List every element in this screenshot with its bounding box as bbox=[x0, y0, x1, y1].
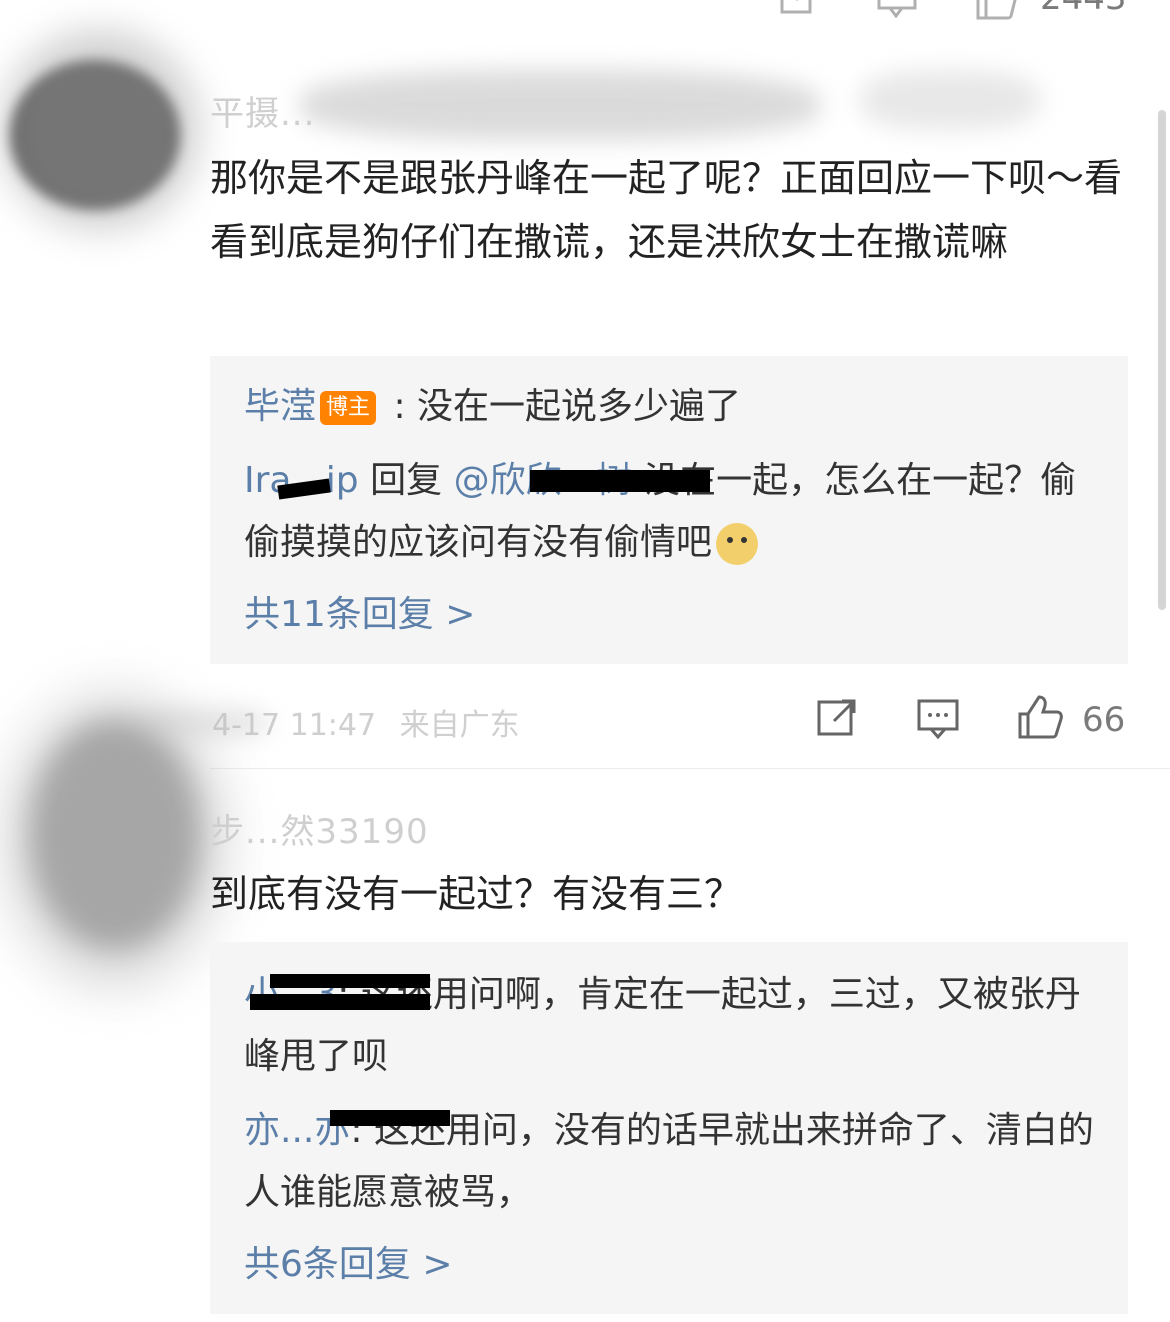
like-count: 66 bbox=[1082, 700, 1126, 740]
blogger-badge: 博主 bbox=[320, 391, 377, 425]
reply-text: : 这还用问啊，肯定在一起过，三过，又被张丹峰甩了呗 bbox=[244, 974, 1081, 1077]
scrollbar[interactable] bbox=[1158, 110, 1166, 610]
reply-box[interactable]: 小...3: 这还用问啊，肯定在一起过，三过，又被张丹峰甩了呗 亦...亦: 这… bbox=[210, 942, 1128, 1314]
comment-location: 来自广东 bbox=[399, 708, 520, 743]
reply-item: 毕滢 博主 : 没在一起说多少遍了 bbox=[244, 386, 742, 427]
like-count: 2443 bbox=[1040, 0, 1127, 18]
like-icon[interactable] bbox=[1016, 694, 1064, 740]
comment-divider bbox=[210, 768, 1170, 769]
share-icon[interactable] bbox=[816, 697, 858, 739]
doge-emoji-icon bbox=[716, 523, 759, 565]
reply-text: 没在一起说多少遍了 bbox=[417, 386, 742, 427]
comment-username[interactable]: 平摄... bbox=[210, 86, 315, 135]
comment-icon[interactable] bbox=[916, 697, 960, 741]
top-action-row: 2443 bbox=[0, 0, 1170, 20]
share-icon[interactable] bbox=[778, 0, 818, 18]
reply-item: Ira...ip 回复 @欣欣...树:没在一起，怎么在一起？偷偷摸摸的应该问有… bbox=[244, 450, 1104, 574]
comment-content: 到底有没有一起过？有没有三？ bbox=[210, 872, 743, 916]
reply-username[interactable]: 毕滢 bbox=[244, 386, 316, 427]
more-replies-link[interactable]: 共11条回复 > bbox=[244, 584, 475, 646]
more-replies-link[interactable]: 共6条回复 > bbox=[244, 1234, 453, 1296]
like-icon[interactable] bbox=[974, 0, 1018, 20]
reply-to-prefix: 回复 bbox=[370, 460, 443, 501]
comment-icon[interactable] bbox=[876, 0, 918, 18]
comment-username[interactable]: 步...然33190 bbox=[210, 804, 429, 853]
comment-content: 那你是不是跟张丹峰在一起了呢？正面回应一下呗～看看到底是狗仔们在撒谎，还是洪欣女… bbox=[210, 156, 1123, 264]
reply-box[interactable]: 毕滢博主 : 没在一起说多少遍了 Ira...ip 回复 @欣欣...树:没在一… bbox=[210, 356, 1128, 664]
